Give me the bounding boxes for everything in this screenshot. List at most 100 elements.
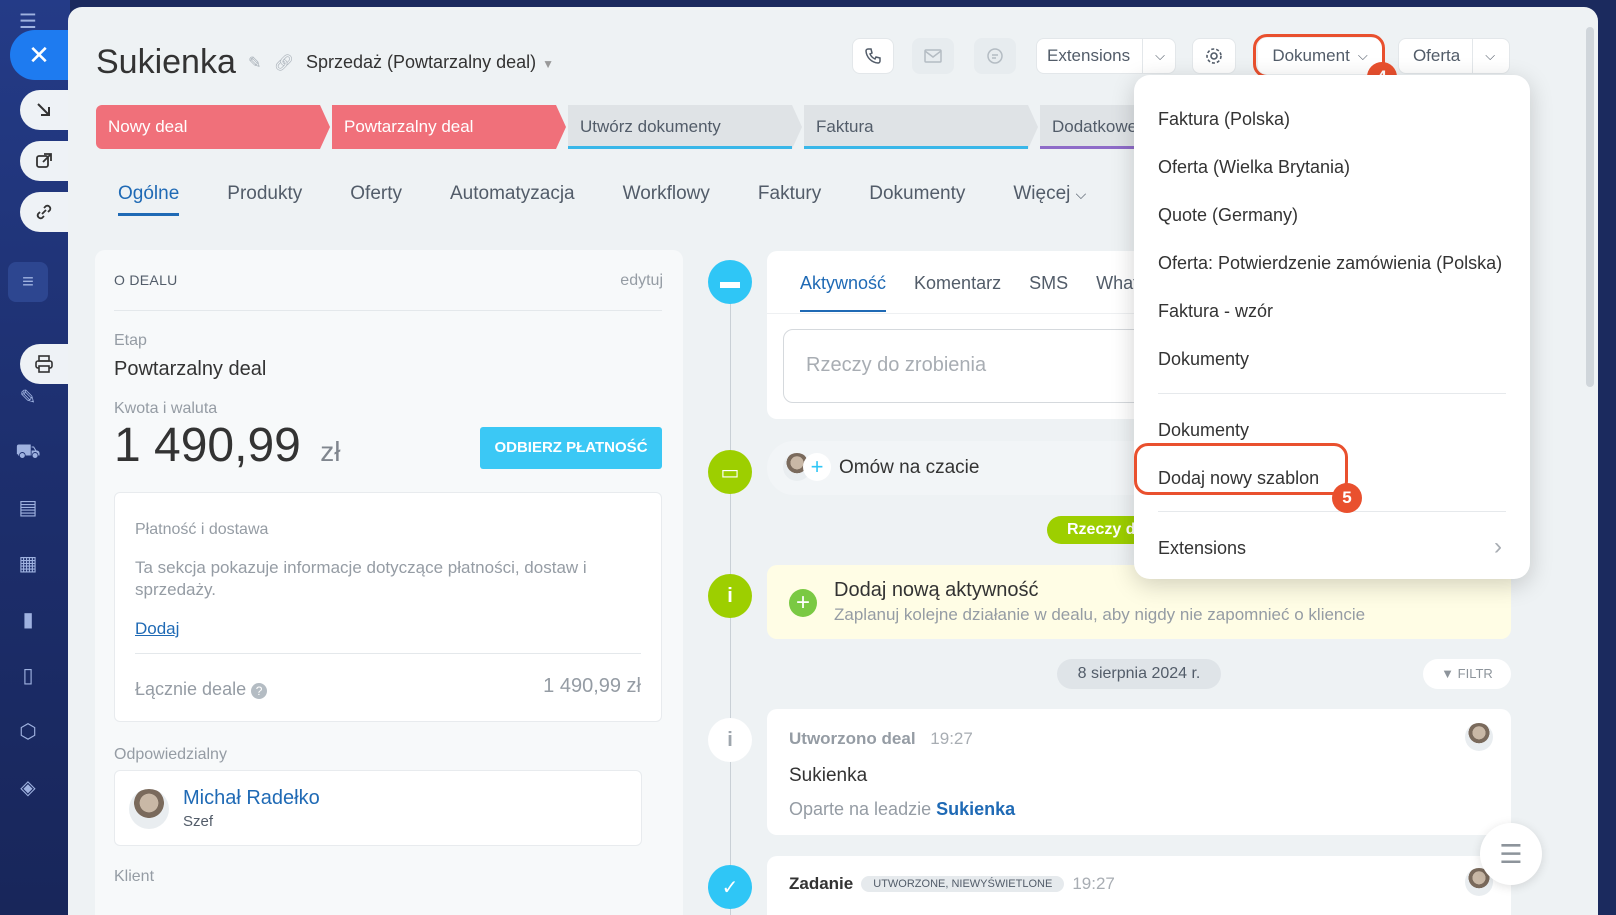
- tab-oferty[interactable]: Oferty: [350, 183, 402, 216]
- oferta-label: Oferta: [1412, 46, 1461, 65]
- stage-utworz-dokumenty[interactable]: Utwórz dokumenty: [568, 105, 802, 149]
- edit-title-icon[interactable]: ✎: [248, 55, 261, 72]
- doc-rail-icon[interactable]: ▯: [14, 662, 42, 690]
- calendar-rail-icon[interactable]: ▦: [14, 550, 42, 578]
- menu-item-faktura-polska[interactable]: Faktura (Polska): [1158, 109, 1290, 130]
- task-title: Zadanie: [789, 874, 854, 893]
- menu-item-extensions[interactable]: Extensions: [1158, 538, 1246, 559]
- add-activity-title: Dodaj nową aktywność: [834, 579, 1039, 601]
- help-icon[interactable]: ?: [251, 683, 268, 699]
- chart-rail-icon[interactable]: ▮: [14, 606, 42, 634]
- status-badge: UTWORZONE, NIEWYŚWIETLONE: [861, 876, 1065, 892]
- hex-rail-icon[interactable]: ⬡: [14, 718, 42, 746]
- settings-button[interactable]: [1192, 38, 1236, 74]
- box-rail-icon[interactable]: ◈: [14, 774, 42, 802]
- stage-label: Utwórz dokumenty: [580, 117, 721, 136]
- external-link-icon: [36, 153, 52, 168]
- about-heading: O DEALU: [114, 272, 178, 288]
- download-tool-button[interactable]: [20, 90, 68, 130]
- tab-workflowy[interactable]: Workflowy: [623, 183, 710, 216]
- stage-label: Dodatkowe: [1052, 117, 1138, 136]
- oferta-button[interactable]: Oferta ⌵: [1398, 38, 1510, 74]
- cart-rail-icon[interactable]: ⛟: [14, 438, 42, 466]
- payment-desc: Ta sekcja pokazuje informacje dotyczące …: [135, 558, 587, 599]
- copy-link-icon[interactable]: 🔗︎: [274, 55, 294, 72]
- client-label: Klient: [114, 868, 155, 885]
- stage-faktura[interactable]: Faktura: [804, 105, 1038, 149]
- responsible-name[interactable]: Michał Radełko: [183, 787, 320, 810]
- menu-item-quote-germany[interactable]: Quote (Germany): [1158, 205, 1298, 226]
- total-deals-value: 1 490,99 zł: [543, 675, 641, 697]
- extensions-button[interactable]: Extensions ⌵: [1036, 38, 1176, 74]
- task-card: Zadanie UTWORZONE, NIEWYŚWIETLONE 19:27: [767, 856, 1511, 915]
- open-external-tool-button[interactable]: [20, 141, 68, 181]
- menu-item-oferta-wb[interactable]: Oferta (Wielka Brytania): [1158, 157, 1350, 178]
- chevron-right-icon: ›: [1494, 533, 1502, 560]
- chevron-down-icon: ⌵: [1485, 48, 1496, 63]
- tab-dokumenty[interactable]: Dokumenty: [869, 183, 965, 216]
- left-rail: ☰ ✕ ⚙ ≡ ✎ ⛟ ▤ ▦ ▮ ▯ ⬡ ◈: [0, 0, 70, 915]
- created-header: Utworzono deal 19:27: [789, 729, 973, 748]
- lead-link[interactable]: Sukienka: [936, 799, 1015, 819]
- close-slider-button[interactable]: ✕: [10, 30, 68, 80]
- menu-item-dokumenty[interactable]: Dokumenty: [1158, 349, 1249, 370]
- add-payment-link[interactable]: Dodaj: [135, 619, 179, 639]
- menu-item-faktura-wzor[interactable]: Faktura - wzór: [1158, 301, 1273, 322]
- responsible-card[interactable]: Michał Radełko Szef: [114, 770, 642, 846]
- pipeline-selector[interactable]: Sprzedaż (Powtarzalny deal) ▼: [306, 52, 554, 73]
- list-menu-icon[interactable]: ☰: [1480, 823, 1542, 885]
- tab-aktywnosc[interactable]: Aktywność: [800, 273, 887, 312]
- extensions-label: Extensions: [1046, 46, 1131, 65]
- timeline-message-icon: ▭: [708, 450, 752, 494]
- caret-down-icon: ▼: [542, 57, 554, 71]
- plus-icon: +: [789, 589, 817, 617]
- edit-link[interactable]: edytuj: [620, 272, 663, 290]
- avatar: [1465, 723, 1493, 751]
- tab-whatsapp[interactable]: What: [1096, 273, 1138, 312]
- chat-icon: [987, 48, 1003, 64]
- avatar: [129, 789, 169, 829]
- chevron-down-icon: ⌵: [1075, 186, 1087, 202]
- tab-produkty[interactable]: Produkty: [227, 183, 302, 216]
- total-deals-label: Łącznie deale ?: [135, 679, 268, 700]
- call-button[interactable]: [852, 38, 894, 74]
- chat-button[interactable]: [974, 38, 1016, 74]
- stage-label: Nowy deal: [108, 117, 188, 136]
- chat-label: Omów na czacie: [839, 457, 980, 478]
- store-rail-icon[interactable]: ▤: [14, 494, 42, 522]
- link-icon: [36, 204, 52, 220]
- stage-nowy-deal[interactable]: Nowy deal: [96, 105, 330, 149]
- based-on-line: Oparte na leadzie Sukienka: [789, 799, 1016, 819]
- payment-title: Płatność i dostawa: [135, 521, 269, 538]
- chevron-down-icon: ⌵: [1155, 48, 1166, 63]
- stage-label: Faktura: [816, 117, 874, 136]
- date-divider: 8 sierpnia 2024 r.: [1057, 659, 1221, 689]
- stage-powtarzalny-deal[interactable]: Powtarzalny deal: [332, 105, 566, 149]
- add-user-icon[interactable]: +: [803, 453, 831, 481]
- tab-komentarz[interactable]: Komentarz: [914, 273, 1001, 312]
- tab-wiecej[interactable]: Więcej ⌵: [1013, 183, 1086, 216]
- stage-value: Powtarzalny deal: [114, 358, 267, 380]
- pen-rail-icon[interactable]: ✎: [14, 384, 42, 412]
- printer-icon: [35, 355, 53, 373]
- print-tool-button[interactable]: [20, 344, 68, 384]
- deal-panel: Sukienka ✎ 🔗︎ Sprzedaż (Powtarzalny deal…: [68, 7, 1598, 915]
- about-deal-card: O DEALU edytuj Etap Powtarzalny deal Kwo…: [95, 250, 683, 915]
- dokument-highlight: [1253, 34, 1385, 78]
- tab-automatyzacja[interactable]: Automatyzacja: [450, 183, 575, 216]
- amount-value: 1 490,99 zł: [114, 419, 341, 472]
- copy-link-tool-button[interactable]: [20, 192, 68, 232]
- timeline-info-icon: i: [708, 574, 752, 618]
- tab-faktury[interactable]: Faktury: [758, 183, 821, 216]
- menu-item-oferta-potwierdzenie[interactable]: Oferta: Potwierdzenie zamówienia (Polska…: [1158, 253, 1502, 274]
- menu-item-dokumenty-list[interactable]: Dokumenty: [1158, 420, 1249, 441]
- pipeline-label: Sprzedaż (Powtarzalny deal): [306, 52, 537, 72]
- tab-sms[interactable]: SMS: [1029, 273, 1068, 312]
- filter-button[interactable]: ▼ FILTR: [1423, 659, 1511, 689]
- mail-icon: [924, 49, 942, 63]
- tab-ogolne[interactable]: Ogólne: [118, 183, 180, 216]
- filter-rail-icon[interactable]: ≡: [8, 262, 48, 302]
- title-tools: ✎ 🔗︎: [248, 53, 294, 73]
- email-button[interactable]: [912, 38, 954, 74]
- receive-payment-button[interactable]: ODBIERZ PŁATNOŚĆ: [480, 427, 662, 469]
